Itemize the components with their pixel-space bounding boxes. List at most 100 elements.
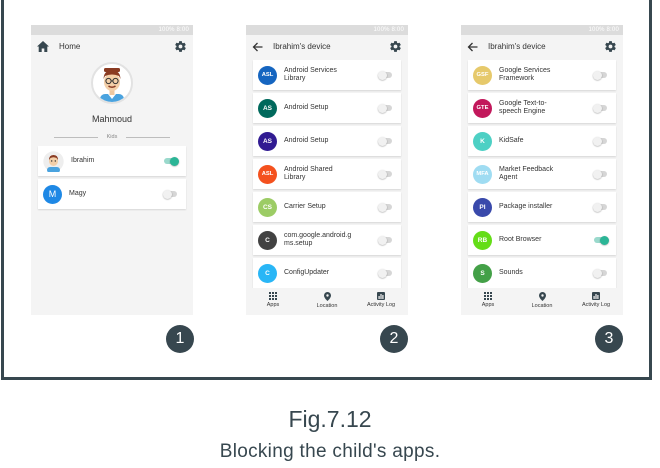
app-block-toggle[interactable]: [378, 268, 392, 278]
phone-home-screen: 100% 8:00 Home Mahmoud Kids Ibrahim M Ma…: [31, 25, 193, 315]
figure-caption: Blocking the child's apps.: [219, 441, 441, 462]
app-icon: PI: [473, 197, 492, 217]
toggle-knob: [600, 235, 609, 245]
back-arrow-icon[interactable]: [252, 42, 263, 52]
section-label: Kids: [106, 134, 118, 140]
app-name: Google Text-to-speech Engine: [499, 99, 547, 116]
step-badge-2: 2: [380, 325, 408, 353]
app-name: com.google.android.gms.setup: [284, 231, 352, 248]
toggle-knob: [593, 268, 602, 278]
toggle-knob: [378, 202, 387, 212]
app-name: Android Services Library: [284, 66, 337, 83]
app-name: Android Setup: [284, 103, 329, 111]
kid-name: Ibrahim: [71, 156, 95, 164]
nav-label: Activity Log: [581, 302, 611, 308]
kid-name: Magy: [69, 189, 87, 197]
app-icon: MFA: [473, 164, 492, 184]
nav-label: Activity Log: [366, 302, 396, 308]
app-icon: K: [473, 131, 492, 151]
app-block-toggle[interactable]: [593, 268, 607, 278]
app-icon: C: [258, 230, 277, 250]
location-pin-icon: [323, 292, 331, 301]
app-row[interactable]: S Sounds: [468, 258, 616, 288]
nav-label: Location: [531, 303, 553, 309]
app-row[interactable]: GTE Google Text-to-speech Engine: [468, 93, 616, 123]
step-badge-3: 3: [595, 325, 623, 353]
app-row[interactable]: ASL Android Services Library: [253, 60, 401, 90]
toggle-knob: [593, 103, 602, 113]
app-row[interactable]: CS Carrier Setup: [253, 192, 401, 222]
app-block-toggle[interactable]: [593, 103, 607, 113]
back-arrow-icon[interactable]: [467, 42, 478, 52]
app-row[interactable]: RB Root Browser: [468, 225, 616, 255]
app-name: ConfigUpdater: [284, 268, 330, 276]
kid-row-ibrahim[interactable]: Ibrahim: [38, 146, 186, 176]
app-block-toggle[interactable]: [593, 70, 607, 80]
top-bar: Home: [31, 35, 193, 58]
app-block-toggle[interactable]: [378, 202, 392, 212]
nav-label: Apps: [266, 302, 280, 308]
toggle-knob: [378, 268, 387, 278]
nav-activity-log[interactable]: Activity Log: [569, 288, 623, 315]
toggle-knob: [593, 70, 602, 80]
app-block-toggle[interactable]: [378, 169, 392, 179]
app-row[interactable]: GSF Google Services Framework: [468, 60, 616, 90]
app-block-toggle[interactable]: [378, 103, 392, 113]
app-row[interactable]: ASL Android Shared Library: [253, 159, 401, 189]
nav-apps[interactable]: Apps: [461, 288, 515, 315]
toggle-knob: [593, 136, 602, 146]
app-row[interactable]: K KidSafe: [468, 126, 616, 156]
app-row[interactable]: AS Android Setup: [253, 126, 401, 156]
kid-toggle[interactable]: [163, 189, 177, 199]
toggle-knob: [378, 235, 387, 245]
toggle-knob: [593, 202, 602, 212]
page-title: Ibrahim's device: [273, 42, 331, 51]
app-icon: C: [258, 263, 277, 283]
app-block-toggle[interactable]: [594, 235, 609, 245]
kid-toggle[interactable]: [164, 156, 179, 166]
parent-avatar: [91, 62, 133, 104]
home-icon[interactable]: [37, 41, 49, 52]
top-bar: Ibrahim's device: [246, 35, 408, 58]
app-icon: ASL: [258, 65, 277, 85]
app-block-toggle[interactable]: [378, 136, 392, 146]
app-list: GSF Google Services Framework GTE Google Te…: [461, 60, 623, 291]
nav-apps[interactable]: Apps: [246, 288, 300, 315]
gear-icon[interactable]: [174, 40, 187, 53]
app-block-toggle[interactable]: [378, 235, 392, 245]
nav-activity-log[interactable]: Activity Log: [354, 288, 408, 315]
bottom-nav: Apps Location Activity Log: [246, 288, 408, 315]
app-block-toggle[interactable]: [593, 202, 607, 212]
app-icon: AS: [258, 131, 277, 151]
toggle-knob: [593, 169, 602, 179]
apps-grid-icon: [269, 292, 277, 300]
app-row[interactable]: AS Android Setup: [253, 93, 401, 123]
toggle-knob: [378, 169, 387, 179]
app-block-toggle[interactable]: [593, 136, 607, 146]
avatar: M: [43, 184, 62, 204]
app-row[interactable]: PI Package installer: [468, 192, 616, 222]
bar-chart-icon: [592, 292, 600, 300]
app-row[interactable]: MFA Market Feedback Agent: [468, 159, 616, 189]
location-pin-icon: [538, 292, 546, 301]
app-icon: AS: [258, 98, 277, 118]
app-row[interactable]: Ccom.google.android.gms.setup: [253, 225, 401, 255]
kid-row-magy[interactable]: M Magy: [38, 179, 186, 209]
app-block-toggle[interactable]: [593, 169, 607, 179]
nav-label: Location: [316, 303, 338, 309]
gear-icon[interactable]: [604, 40, 617, 53]
nav-location[interactable]: Location: [300, 288, 354, 315]
kids-divider: Kids: [54, 134, 170, 140]
page-title: Ibrahim's device: [488, 42, 546, 51]
toggle-knob: [378, 103, 387, 113]
gear-icon[interactable]: [389, 40, 402, 53]
app-icon: ASL: [258, 164, 277, 184]
bottom-nav: Apps Location Activity Log: [461, 288, 623, 315]
app-name: Google Services Framework: [499, 66, 551, 83]
app-block-toggle[interactable]: [378, 70, 392, 80]
nav-location[interactable]: Location: [515, 288, 569, 315]
toggle-knob: [378, 70, 387, 80]
nav-label: Apps: [481, 302, 495, 308]
app-name: Carrier Setup: [284, 202, 326, 210]
app-row[interactable]: C ConfigUpdater: [253, 258, 401, 288]
